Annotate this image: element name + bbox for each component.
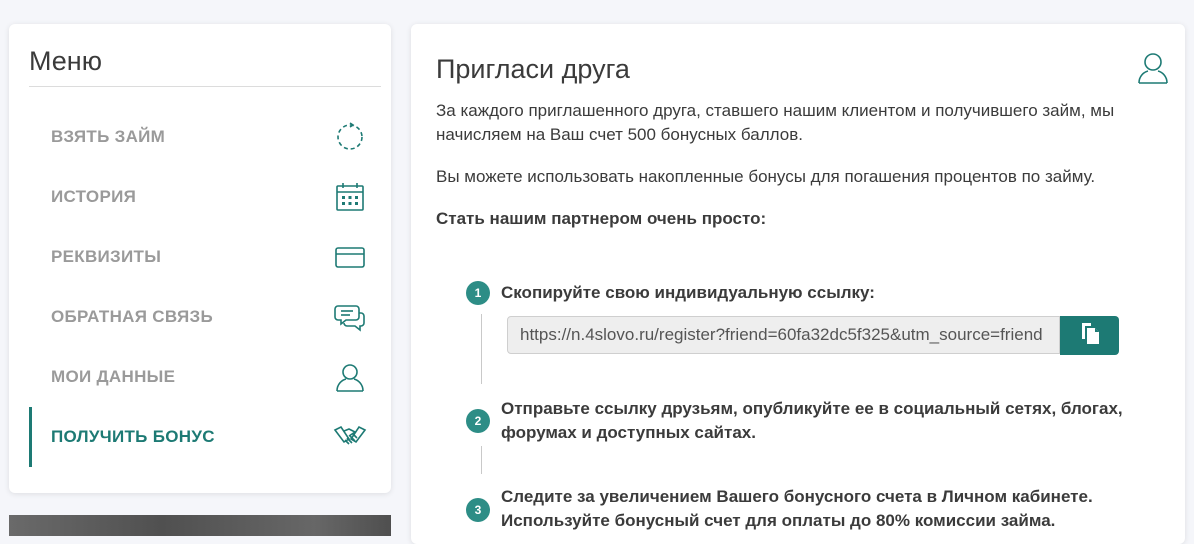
usage-text: Вы можете использовать накопленные бонус… bbox=[436, 167, 1096, 186]
step-connector bbox=[481, 314, 482, 384]
banner-image bbox=[9, 515, 391, 536]
partner-heading: Стать нашим партнером очень просто: bbox=[436, 209, 767, 228]
copy-icon bbox=[1079, 321, 1101, 350]
menu-item-label: ВЗЯТЬ ЗАЙМ bbox=[51, 127, 166, 146]
intro-text: За каждого приглашенного друга, ставшего… bbox=[436, 101, 1115, 144]
refresh-icon bbox=[333, 120, 367, 154]
handshake-icon bbox=[333, 420, 367, 454]
step-number-badge: 2 bbox=[466, 409, 490, 433]
step-text: Следите за увеличением Вашего бонусного … bbox=[501, 487, 1093, 530]
menu-item-label: ОБРАТНАЯ СВЯЗЬ bbox=[51, 307, 214, 326]
menu-item-label: ИСТОРИЯ bbox=[51, 187, 137, 206]
user-icon bbox=[1135, 50, 1171, 86]
chat-icon bbox=[333, 300, 367, 334]
card-icon bbox=[333, 240, 367, 274]
menu-divider bbox=[29, 86, 381, 87]
calendar-icon bbox=[333, 180, 367, 214]
menu-item-label: ПОЛУЧИТЬ БОНУС bbox=[51, 427, 215, 446]
invite-friend-panel: Пригласи друга За каждого приглашенного … bbox=[411, 24, 1185, 544]
copy-link-button[interactable] bbox=[1060, 316, 1119, 355]
step-number-badge: 1 bbox=[466, 281, 490, 305]
menu-panel: Меню ВЗЯТЬ ЗАЙМ ИСТОРИЯ РЕКВИЗИТЫ ОБРАТН… bbox=[9, 24, 391, 493]
step-number-badge: 3 bbox=[466, 498, 490, 522]
page-title: Пригласи друга bbox=[436, 54, 630, 84]
menu-item-feedback[interactable]: ОБРАТНАЯ СВЯЗЬ bbox=[29, 287, 381, 347]
menu-item-take-loan[interactable]: ВЗЯТЬ ЗАЙМ bbox=[29, 107, 381, 167]
step-text: Отправьте ссылку друзьям, опубликуйте ее… bbox=[501, 399, 1123, 442]
menu-item-label: МОИ ДАННЫЕ bbox=[51, 367, 176, 386]
step-connector bbox=[481, 446, 482, 474]
menu-item-my-data[interactable]: МОИ ДАННЫЕ bbox=[29, 347, 381, 407]
referral-link-input[interactable] bbox=[508, 317, 1059, 353]
menu-item-get-bonus[interactable]: ПОЛУЧИТЬ БОНУС bbox=[29, 407, 381, 467]
user-icon bbox=[333, 360, 367, 394]
step-text: Скопируйте свою индивидуальную ссылку: bbox=[501, 283, 875, 302]
referral-link-field[interactable] bbox=[507, 316, 1060, 354]
menu-item-history[interactable]: ИСТОРИЯ bbox=[29, 167, 381, 227]
menu-item-label: РЕКВИЗИТЫ bbox=[51, 247, 162, 266]
menu-title: Меню bbox=[29, 46, 102, 76]
menu-item-requisites[interactable]: РЕКВИЗИТЫ bbox=[29, 227, 381, 287]
